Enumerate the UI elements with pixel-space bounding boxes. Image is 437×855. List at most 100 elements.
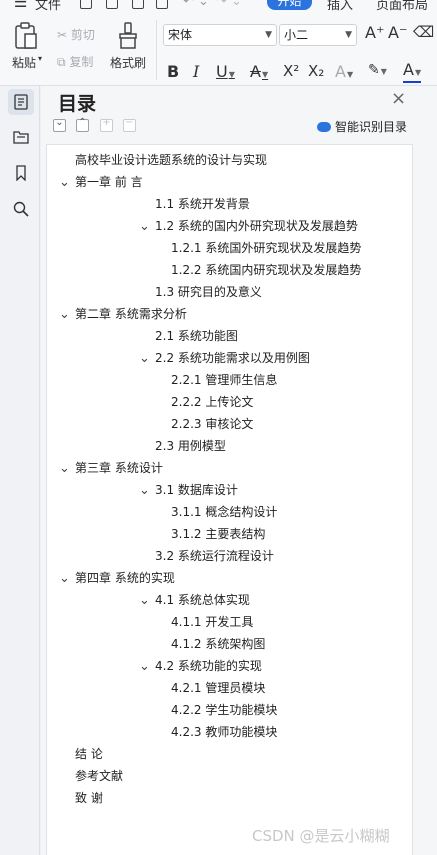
smart-detect-toc-button[interactable]: 智能识别目录 <box>317 118 407 135</box>
font-name-select[interactable]: 宋体 ▼ <box>163 24 277 46</box>
toc-item[interactable]: 参考文献 <box>75 765 123 787</box>
toc-item[interactable]: ⌄ 3.1 数据库设计 <box>139 479 238 501</box>
menu-file[interactable]: 文件 <box>35 0 61 12</box>
toc-item[interactable]: 3.1.2 主要表结构 <box>171 523 265 545</box>
toc-item[interactable]: ⌄ 第四章 系统的实现 <box>59 567 175 589</box>
paste-icon[interactable] <box>14 22 38 50</box>
shrink-font-button[interactable]: A⁻ <box>388 23 407 42</box>
chapter-nav-button[interactable] <box>8 124 34 150</box>
toc-item[interactable]: ⌄ 4.2 系统功能的实现 <box>139 655 262 677</box>
toc-item[interactable]: ⌄ 第二章 系统需求分析 <box>59 303 187 325</box>
strikethrough-button[interactable]: A▼ <box>250 62 268 81</box>
toc-list: 高校毕业设计选题系统的设计与实现 ⌄ 第一章 前 言 1.1 系统开发背景 ⌄ 1.2 系… <box>46 144 413 855</box>
chevron-down-icon[interactable]: ⌄ <box>59 458 75 480</box>
toc-item[interactable]: 2.2.1 管理师生信息 <box>171 369 277 391</box>
toc-item[interactable]: ⌄ 2.2 系统功能需求以及用例图 <box>139 347 310 369</box>
chevron-down-icon[interactable]: ⌄ <box>139 216 155 238</box>
toc-item-label: 1.1 系统开发背景 <box>155 197 250 211</box>
chevron-up-icon: ⌃ <box>78 117 87 128</box>
cut-button[interactable]: ✂ 剪切 <box>57 26 95 43</box>
toc-item[interactable]: 2.3 用例模型 <box>155 435 226 457</box>
panel-title: 目录 <box>58 93 97 115</box>
menu-icon[interactable]: ☰ <box>14 0 27 11</box>
redo-icon[interactable]: ↷ ⌄ <box>216 0 242 9</box>
save-icon[interactable] <box>80 0 92 9</box>
chevron-down-icon: ▼ <box>228 70 235 79</box>
scissors-icon: ✂ <box>57 28 68 42</box>
font-color-button[interactable]: A▼ <box>403 62 422 83</box>
chevron-down-icon[interactable]: ⌄ <box>59 304 75 326</box>
collapse-all-button[interactable]: ⌄ <box>53 117 66 132</box>
toc-item[interactable]: 4.1.1 开发工具 <box>171 611 253 633</box>
navigation-icon-bar <box>0 86 40 855</box>
print-icon[interactable] <box>106 0 118 9</box>
export-icon[interactable] <box>132 0 144 9</box>
toc-item-label: 4.2.3 教师功能模块 <box>171 725 278 739</box>
toc-item[interactable]: 致 谢 <box>75 787 103 809</box>
close-icon[interactable]: × <box>391 88 406 109</box>
toc-item[interactable]: 2.2.3 审核论文 <box>171 413 253 435</box>
toc-item[interactable]: 4.1.2 系统架构图 <box>171 633 265 655</box>
italic-button[interactable]: I <box>193 62 199 81</box>
superscript-button[interactable]: X² <box>283 62 299 80</box>
toc-item-label: 致 谢 <box>75 791 103 805</box>
chapter-icon <box>13 131 29 144</box>
search-nav-button[interactable] <box>8 196 34 222</box>
format-painter-button[interactable]: 格式刷 <box>110 54 146 71</box>
toc-item[interactable]: 2.1 系统功能图 <box>155 325 238 347</box>
toc-item[interactable]: 1.3 研究目的及意义 <box>155 281 262 303</box>
toc-nav-button[interactable] <box>8 89 34 115</box>
copy-icon: ⧉ <box>57 55 66 69</box>
toc-item[interactable]: 结 论 <box>75 743 103 765</box>
tab-layout[interactable]: 页面布局 <box>376 0 428 12</box>
toc-item[interactable]: 4.2.1 管理员模块 <box>171 677 265 699</box>
chevron-down-icon[interactable]: ⌄ <box>139 590 155 612</box>
expand-all-button[interactable]: ⌃ <box>76 117 89 132</box>
toc-item[interactable]: 1.2.2 系统国内研究现状及发展趋势 <box>171 259 361 281</box>
undo-icon[interactable]: ↶ ⌄ <box>183 0 209 9</box>
preview-icon[interactable] <box>156 0 168 9</box>
chevron-down-icon[interactable]: ⌄ <box>59 568 75 590</box>
remove-heading-button[interactable]: − <box>123 117 136 132</box>
chevron-down-icon[interactable]: ⌄ <box>139 348 155 370</box>
chevron-down-icon: ▼ <box>414 68 422 77</box>
toc-item[interactable]: ⌄ 4.1 系统总体实现 <box>139 589 250 611</box>
toc-item-label: 1.3 研究目的及意义 <box>155 285 262 299</box>
toc-item[interactable]: 高校毕业设计选题系统的设计与实现 <box>75 149 267 171</box>
toc-item[interactable]: 1.1 系统开发背景 <box>155 193 250 215</box>
text-effect-button[interactable]: A▼ <box>335 62 353 81</box>
toc-item[interactable]: ⌄ 第三章 系统设计 <box>59 457 163 479</box>
underline-button[interactable]: U▼ <box>216 62 235 81</box>
chevron-down-icon: ▼ <box>265 30 272 40</box>
plus-icon: + <box>102 117 111 128</box>
chevron-down-icon[interactable]: ⌄ <box>139 656 155 678</box>
paste-button[interactable]: 粘贴 <box>12 54 36 71</box>
bold-button[interactable]: B <box>167 62 179 81</box>
toc-item[interactable]: ⌄ 第一章 前 言 <box>59 171 143 193</box>
ribbon: 粘贴 ▾ ✂ 剪切 ⧉ 复制 格式刷 宋体 ▼ 小二 ▼ A⁺ A⁻ ⌫ B I… <box>0 12 437 86</box>
format-painter-icon[interactable] <box>116 22 140 50</box>
copy-button[interactable]: ⧉ 复制 <box>57 53 93 70</box>
grow-font-button[interactable]: A⁺ <box>365 23 384 42</box>
add-heading-button[interactable]: + <box>100 117 113 132</box>
chevron-down-icon[interactable]: ⌄ <box>139 480 155 502</box>
chevron-down-icon: ⌄ <box>55 117 64 128</box>
toc-item[interactable]: 2.2.2 上传论文 <box>171 391 253 413</box>
highlight-button[interactable]: ✎▼ <box>368 62 387 78</box>
clear-format-icon[interactable]: ⌫ <box>413 23 434 41</box>
toc-item[interactable]: 3.2 系统运行流程设计 <box>155 545 274 567</box>
toc-item-label: 第一章 前 言 <box>75 175 143 189</box>
subscript-button[interactable]: X₂ <box>308 62 324 80</box>
toc-item[interactable]: 4.2.3 教师功能模块 <box>171 721 277 743</box>
bookmark-nav-button[interactable] <box>8 160 34 186</box>
tab-start[interactable]: 开始 <box>267 0 312 10</box>
toc-item[interactable]: ⌄ 1.2 系统的国内外研究现状及发展趋势 <box>139 215 358 237</box>
font-size-select[interactable]: 小二 ▼ <box>279 24 357 46</box>
toc-item[interactable]: 3.1.1 概念结构设计 <box>171 501 277 523</box>
paste-dropdown-icon[interactable]: ▾ <box>38 54 42 63</box>
toc-item[interactable]: 1.2.1 系统国外研究现状及发展趋势 <box>171 237 361 259</box>
chevron-down-icon[interactable]: ⌄ <box>59 172 75 194</box>
tab-insert[interactable]: 插入 <box>327 0 353 12</box>
toc-item[interactable]: 4.2.2 学生功能模块 <box>171 699 277 721</box>
toc-item-label: 结 论 <box>75 747 103 761</box>
